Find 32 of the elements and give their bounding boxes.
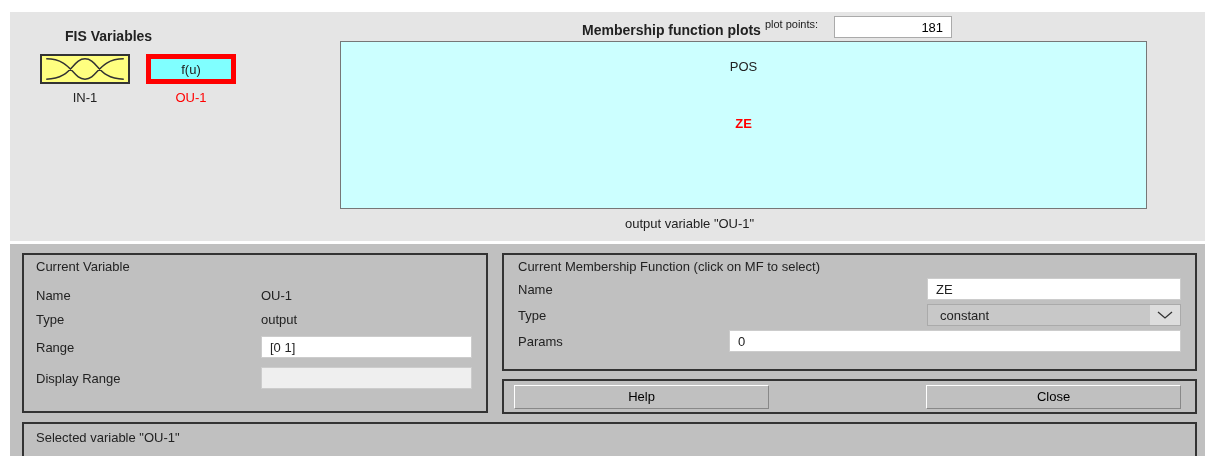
panel-title: Current Membership Function (click on MF to select) bbox=[518, 259, 821, 274]
panel-title: Current Variable bbox=[36, 259, 131, 274]
variable-label: OU-1 bbox=[175, 90, 207, 105]
mf-label[interactable]: POS bbox=[729, 59, 758, 74]
input-variable-block[interactable] bbox=[40, 54, 130, 84]
plot-title: Membership function plots bbox=[582, 22, 761, 38]
field-label: Display Range bbox=[36, 370, 122, 386]
status-text: Selected variable "OU-1" bbox=[36, 430, 180, 445]
function-icon: f(u) bbox=[181, 61, 201, 77]
output-variable-block[interactable]: f(u) bbox=[146, 54, 236, 84]
chevron-down-icon bbox=[1150, 305, 1180, 325]
plot-caption: output variable "OU-1" bbox=[625, 216, 756, 231]
variable-label: IN-1 bbox=[72, 90, 98, 105]
range-field[interactable]: [0 1] bbox=[261, 336, 472, 358]
mf-label[interactable]: ZE bbox=[735, 116, 752, 131]
field-label: Type bbox=[36, 312, 66, 327]
field-value: OU-1 bbox=[261, 288, 294, 303]
field-label: Type bbox=[518, 307, 547, 323]
field-value: output bbox=[261, 312, 299, 327]
field-label: Range bbox=[36, 339, 76, 355]
field-label: Name bbox=[518, 281, 553, 297]
section-title: FIS Variables bbox=[65, 28, 154, 44]
mf-params-field[interactable]: 0 bbox=[729, 330, 1181, 352]
plot-points-label: plot points: bbox=[764, 18, 819, 30]
bell-curves-icon bbox=[43, 57, 127, 81]
mf-type-dropdown[interactable]: constant bbox=[927, 304, 1181, 326]
field-label: Name bbox=[36, 288, 72, 303]
mf-name-field[interactable]: ZE bbox=[927, 278, 1181, 300]
close-button[interactable]: Close bbox=[926, 384, 1181, 409]
field-label: Params bbox=[518, 333, 563, 349]
plot-points-field[interactable]: 181 bbox=[834, 16, 953, 38]
help-button[interactable]: Help bbox=[514, 384, 769, 409]
